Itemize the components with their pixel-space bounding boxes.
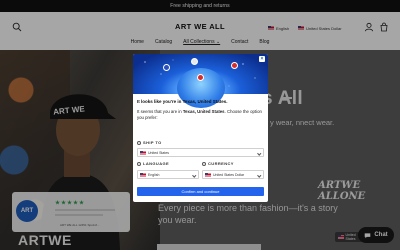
language-label: LANGUAGE (137, 161, 169, 166)
language-select[interactable]: English (137, 170, 199, 179)
currency-label-text: CURRENCY (208, 161, 234, 166)
flag-pin-icon (231, 62, 238, 69)
modal-globe-banner: × (133, 54, 268, 108)
language-label-text: LANGUAGE (143, 161, 170, 166)
us-flag-icon (205, 172, 211, 177)
ship-to-label-text: SHIP TO (143, 140, 162, 145)
ship-to-value: United States (148, 150, 170, 155)
language-icon (137, 161, 141, 166)
flag-pin-icon (191, 58, 198, 65)
currency-label: CURRENCY (202, 161, 234, 166)
ship-to-label: SHIP TO (137, 140, 162, 145)
modal-description: It seems that you are in Texas, United S… (137, 109, 263, 121)
location-icon (137, 140, 141, 145)
currency-value: United States Dollar (213, 172, 245, 177)
currency-icon (202, 161, 206, 166)
modal-heading: It looks like you're in Texas, United St… (137, 99, 228, 104)
us-flag-icon (140, 172, 146, 177)
chevron-down-icon (256, 151, 261, 156)
close-icon[interactable]: × (259, 56, 265, 62)
language-value: English (148, 172, 160, 177)
flag-pin-icon (163, 64, 170, 71)
desc-location: Texas, United States (182, 109, 225, 114)
chevron-down-icon (256, 173, 261, 178)
currency-select[interactable]: United States Dollar (202, 170, 264, 179)
flag-pin-icon (197, 74, 204, 81)
confirm-and-continue-button[interactable]: Confirm and continue (137, 187, 264, 196)
us-flag-icon (140, 150, 146, 155)
chevron-down-icon (191, 173, 196, 178)
geolocation-modal: × It looks like you're in Texas, United … (133, 54, 268, 202)
desc-prefix: It seems that you are in (137, 109, 183, 114)
ship-to-select[interactable]: United States (137, 148, 264, 157)
